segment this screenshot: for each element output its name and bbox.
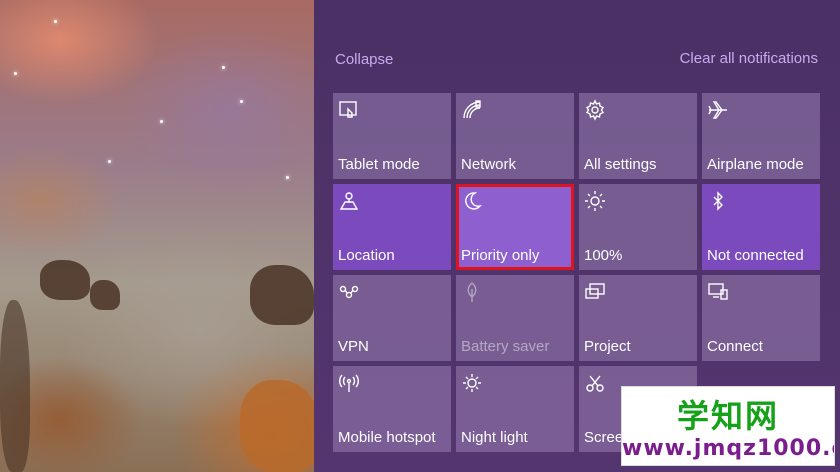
moon-icon [461, 190, 483, 212]
quick-action-brightness[interactable]: 100% [579, 184, 697, 270]
tile-label: Night light [461, 429, 528, 446]
tile-label: Battery saver [461, 338, 550, 355]
tile-label: Tablet mode [338, 156, 420, 173]
tile-label: Mobile hotspot [338, 429, 436, 446]
quick-action-project[interactable]: Project [579, 275, 697, 361]
quick-action-mobile-hotspot[interactable]: Mobile hotspot [333, 366, 451, 452]
tile-label: VPN [338, 338, 369, 355]
tile-label: Connect [707, 338, 763, 355]
clear-all-notifications-button[interactable]: Clear all notifications [680, 50, 818, 67]
screen-snip-icon [584, 372, 606, 394]
site-watermark: 学知网 www.jmqz1000.com [621, 386, 835, 466]
quick-action-connect[interactable]: Connect [702, 275, 820, 361]
tile-label: All settings [584, 156, 657, 173]
battery-saver-icon [461, 281, 483, 303]
quick-action-bluetooth[interactable]: Not connected [702, 184, 820, 270]
night-light-icon [461, 372, 483, 394]
watermark-url: www.jmqz1000.com [622, 436, 834, 461]
tile-label: 100% [584, 247, 623, 264]
tile-label: Priority only [461, 247, 540, 264]
project-icon [584, 281, 606, 303]
tile-label: Network [461, 156, 517, 173]
quick-action-vpn[interactable]: VPN [333, 275, 451, 361]
quick-action-location[interactable]: Location [333, 184, 451, 270]
connect-icon [707, 281, 729, 303]
network-icon [461, 99, 483, 121]
quick-action-all-settings[interactable]: All settings [579, 93, 697, 179]
quick-action-priority-only[interactable]: Priority only [456, 184, 574, 270]
bluetooth-icon [707, 190, 729, 212]
tile-label: Airplane mode [707, 156, 804, 173]
tile-label: Project [584, 338, 631, 355]
collapse-button[interactable]: Collapse [335, 51, 393, 68]
quick-action-network[interactable]: Network [456, 93, 574, 179]
quick-action-battery-saver[interactable]: Battery saver [456, 275, 574, 361]
airplane-icon [707, 99, 729, 121]
brightness-icon [584, 190, 606, 212]
watermark-title: 学知网 [676, 397, 779, 435]
hotspot-icon [338, 372, 360, 394]
quick-action-airplane-mode[interactable]: Airplane mode [702, 93, 820, 179]
desktop-wallpaper [0, 0, 314, 472]
gear-icon [584, 99, 606, 121]
quick-action-night-light[interactable]: Night light [456, 366, 574, 452]
tile-label: Not connected [707, 247, 804, 264]
tablet-mode-icon [338, 99, 360, 121]
location-icon [338, 190, 360, 212]
quick-action-tablet-mode[interactable]: Tablet mode [333, 93, 451, 179]
vpn-icon [338, 281, 360, 303]
tile-label: Location [338, 247, 395, 264]
